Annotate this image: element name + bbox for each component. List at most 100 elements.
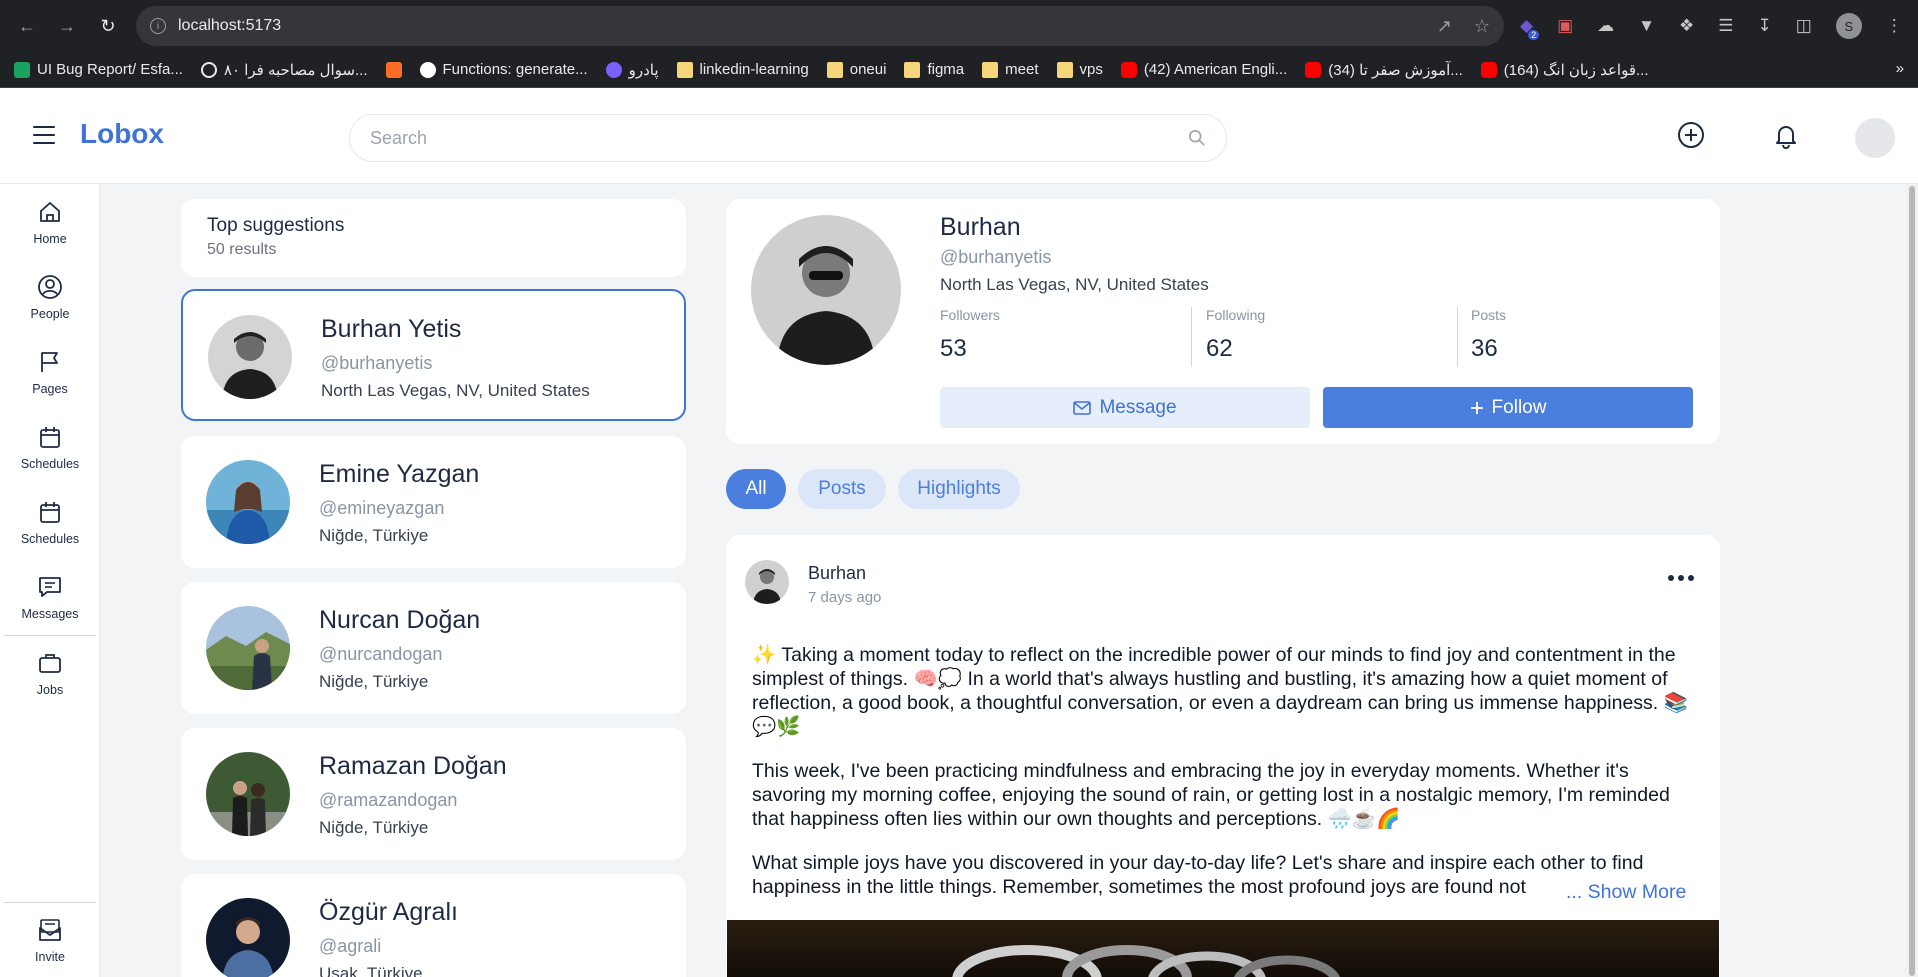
bookmark-label: linkedin-learning: [699, 61, 809, 78]
bookmark-item[interactable]: پادرو: [605, 61, 659, 79]
nav-schedules-2[interactable]: Schedules: [0, 498, 100, 546]
show-more-link[interactable]: ... Show More: [1558, 881, 1687, 904]
bookmark-label: Functions: generate...: [442, 61, 588, 78]
extension-icon[interactable]: ▣: [1557, 16, 1573, 36]
post-author-name[interactable]: Burhan: [808, 563, 866, 584]
youtube-icon: [1480, 61, 1497, 78]
bell-icon[interactable]: [1771, 120, 1801, 150]
person-card[interactable]: Ramazan Doğan @ramazandogan Niğde, Türki…: [181, 728, 686, 860]
app-logo[interactable]: Lobox: [80, 118, 164, 150]
nav-label: Invite: [35, 950, 65, 964]
user-avatar[interactable]: [1855, 118, 1895, 158]
bookmark-item[interactable]: (42) American Engli...: [1120, 61, 1288, 78]
tab-posts[interactable]: Posts: [798, 469, 886, 509]
suggestions-header: Top suggestions 50 results: [181, 199, 686, 277]
briefcase-icon: [39, 654, 61, 673]
folder-icon: [982, 61, 999, 78]
download-extension-icon[interactable]: ▼: [1638, 16, 1655, 36]
stat-followers[interactable]: Followers 53: [940, 307, 1190, 367]
bookmark-star-icon[interactable]: ☆: [1474, 16, 1490, 37]
bookmark-folder[interactable]: vps: [1056, 61, 1103, 78]
person-card[interactable]: Burhan Yetis @burhanyetis North Las Vega…: [181, 289, 686, 421]
site-info-icon[interactable]: i: [150, 18, 166, 34]
bookmarks-overflow-icon[interactable]: »: [1896, 60, 1904, 77]
address-bar[interactable]: i localhost:5173 ↗ ☆: [136, 6, 1504, 46]
bookmark-item[interactable]: [385, 61, 402, 78]
page-scrollbar[interactable]: [1906, 184, 1918, 977]
nav-pages[interactable]: Pages: [0, 348, 100, 396]
bookmark-favicon-icon: [200, 61, 217, 78]
side-panel-icon[interactable]: ◫: [1796, 16, 1812, 36]
person-avatar: [206, 898, 290, 977]
stat-posts[interactable]: Posts 36: [1471, 307, 1721, 367]
suggestions-title: Top suggestions: [207, 215, 345, 236]
scrollbar-thumb[interactable]: [1909, 186, 1915, 976]
follow-button[interactable]: Follow: [1323, 387, 1693, 428]
add-circle-icon[interactable]: [1676, 120, 1706, 150]
person-card[interactable]: Emine Yazgan @emineyazgan Niğde, Türkiye: [181, 436, 686, 568]
nav-jobs[interactable]: Jobs: [0, 649, 100, 697]
person-avatar: [206, 606, 290, 690]
tab-highlights[interactable]: Highlights: [898, 469, 1020, 509]
profile-username: @burhanyetis: [940, 247, 1052, 267]
search-input[interactable]: Search: [349, 114, 1227, 162]
person-avatar: [206, 752, 290, 836]
stat-following[interactable]: Following 62: [1206, 307, 1456, 367]
message-icon: [39, 577, 61, 597]
more-options-icon[interactable]: [1668, 575, 1694, 581]
person-card[interactable]: Özgür Agralı @agrali Uşak, Türkiye: [181, 874, 686, 977]
tab-all[interactable]: All: [726, 469, 786, 509]
reload-icon[interactable]: ↻: [93, 11, 123, 41]
hamburger-menu-icon[interactable]: [33, 126, 55, 144]
stat-label: Posts: [1471, 307, 1507, 323]
bookmark-favicon-icon: [419, 61, 436, 78]
bookmark-label: پادرو: [628, 61, 659, 79]
bookmark-label: UI Bug Report/ Esfa...: [37, 61, 183, 78]
message-button[interactable]: Message: [940, 387, 1310, 428]
share-icon[interactable]: ↗: [1437, 16, 1452, 37]
bookmark-folder[interactable]: meet: [982, 61, 1039, 78]
nav-people[interactable]: People: [0, 273, 100, 321]
url-text: localhost:5173: [178, 17, 282, 34]
bookmark-folder[interactable]: oneui: [826, 61, 887, 78]
suggestions-count: 50 results: [207, 241, 277, 258]
profile-avatar[interactable]: [751, 215, 901, 365]
search-icon[interactable]: [1188, 129, 1206, 147]
nav-home[interactable]: Home: [0, 198, 100, 246]
person-card[interactable]: Nurcan Doğan @nurcandogan Niğde, Türkiye: [181, 582, 686, 714]
extension-badge: 2: [1528, 30, 1540, 40]
bookmark-label: (34) آموزش صفر تا...: [1328, 61, 1463, 79]
media-queue-icon[interactable]: ☰: [1718, 16, 1733, 36]
bookmark-folder[interactable]: figma: [904, 61, 964, 78]
nav-schedules[interactable]: Schedules: [0, 423, 100, 471]
bookmark-label: (42) American Engli...: [1143, 61, 1288, 78]
nav-messages[interactable]: Messages: [0, 573, 100, 621]
puzzle-icon[interactable]: ❖: [1679, 16, 1694, 36]
menu-kebab-icon[interactable]: ⋮: [1886, 16, 1903, 36]
post-author-avatar[interactable]: [745, 560, 789, 604]
nav-invite[interactable]: Invite: [0, 916, 100, 964]
bookmark-item[interactable]: Functions: generate...: [419, 61, 588, 78]
bookmark-folder[interactable]: linkedin-learning: [676, 61, 809, 78]
person-name: Burhan Yetis: [321, 315, 462, 343]
bookmark-item[interactable]: (34) آموزش صفر تا...: [1305, 61, 1463, 79]
bookmark-item[interactable]: (164) قواعد زبان انگ...: [1480, 61, 1649, 79]
cloud-icon[interactable]: ☁: [1597, 16, 1614, 36]
nav-label: Schedules: [20, 457, 80, 471]
follow-label: Follow: [1491, 396, 1547, 418]
profile-avatar[interactable]: S: [1835, 13, 1862, 39]
bookmark-item[interactable]: UI Bug Report/ Esfa...: [14, 61, 183, 78]
extension-icon[interactable]: ◆ 2: [1520, 16, 1540, 40]
bookmark-item[interactable]: ۸۰ سوال مصاحبه فرا...: [200, 61, 368, 79]
post-image[interactable]: [727, 920, 1719, 977]
nav-label: Home: [33, 232, 67, 246]
person-location: Niğde, Türkiye: [319, 672, 429, 691]
folder-icon: [1056, 61, 1073, 78]
bookmark-label: (164) قواعد زبان انگ...: [1503, 61, 1649, 79]
bookmark-label: oneui: [849, 61, 887, 78]
back-arrow-icon[interactable]: ←: [12, 11, 42, 41]
forward-arrow-icon[interactable]: →: [52, 11, 82, 41]
bookmark-label: figma: [927, 61, 965, 78]
search-placeholder: Search: [370, 127, 428, 148]
downloads-icon[interactable]: ↧: [1757, 16, 1771, 36]
